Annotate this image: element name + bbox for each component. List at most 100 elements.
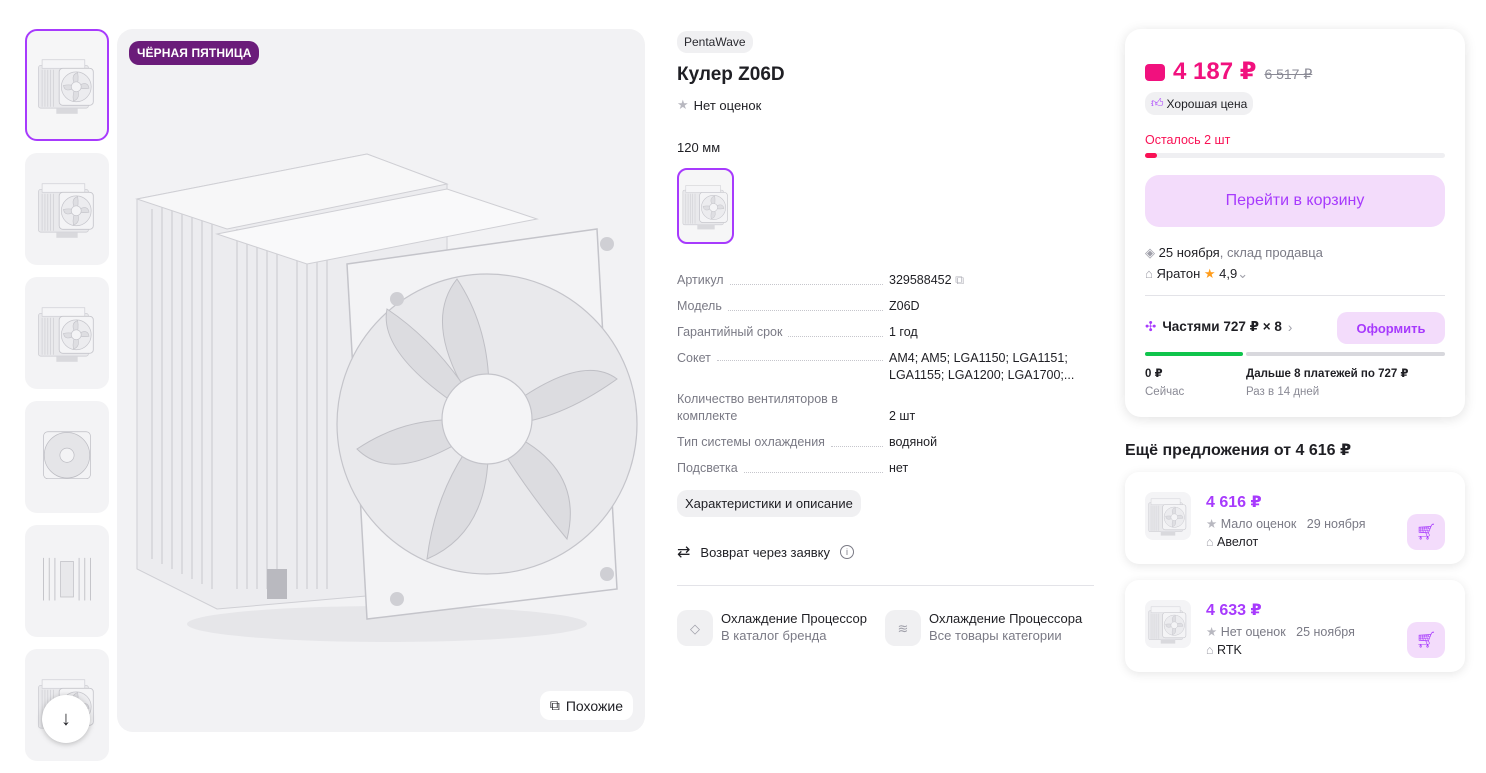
spec-value: 2 шт	[889, 409, 916, 423]
size-label: 120 мм	[677, 140, 721, 155]
tag-icon: ◇	[677, 610, 713, 646]
good-price-badge[interactable]: 👍︎ Хорошая цена	[1145, 92, 1254, 115]
spec-row: Модель Z06D	[677, 298, 1097, 315]
thumbnail-5[interactable]	[25, 525, 109, 637]
more-offers-title: Ещё предложения от 4 616 ₽	[1125, 442, 1352, 459]
spec-row: Подсветка нет	[677, 460, 1097, 477]
spec-value: нет	[889, 461, 909, 475]
chevron-right-icon: ›	[1287, 319, 1293, 335]
go-to-cart-button[interactable]: Перейти в корзину	[1145, 175, 1445, 227]
return-text: Возврат через заявку	[700, 544, 830, 560]
arrow-down-icon: ↓	[61, 707, 71, 730]
copy-icon[interactable]: ⧉	[955, 273, 964, 287]
spec-value: 329588452	[889, 273, 952, 287]
spec-row: Артикул 329588452 ⧉	[677, 272, 1097, 289]
spec-key: Подсветка	[677, 461, 738, 475]
thumbnail-1[interactable]	[25, 29, 109, 141]
thumbnail-3[interactable]	[25, 277, 109, 389]
installment-later: Дальше 8 платежей по 727 ₽ Раз в 14 дней	[1246, 365, 1408, 401]
category-link[interactable]: ≋ Охлаждение Процессора Все товары катег…	[885, 610, 1082, 646]
store-icon: ⌂	[1145, 266, 1153, 281]
stock-text: Осталось 2 шт	[1145, 133, 1231, 147]
offer-date: 29 ноября	[1306, 517, 1366, 531]
divider	[1145, 295, 1445, 296]
thumbnail-2[interactable]	[25, 153, 109, 265]
seller-rating[interactable]: 4,9	[1219, 266, 1237, 281]
spec-row: Тип системы охлаждения водяной	[677, 434, 1097, 451]
spec-key: Артикул	[677, 273, 724, 287]
rating-text: Нет оценок	[693, 97, 762, 113]
add-to-cart-button[interactable]: 🛒︎	[1407, 514, 1445, 550]
stock-bar	[1145, 153, 1445, 158]
installments-icon: ✣	[1145, 319, 1157, 334]
add-to-cart-button[interactable]: 🛒︎	[1407, 622, 1445, 658]
divider	[677, 585, 1094, 586]
delivery-source: , склад продавца	[1219, 245, 1323, 260]
wallet-icon	[1145, 64, 1165, 81]
spec-row: Гарантийный срок 1 год	[677, 324, 1097, 341]
star-icon: ★	[1206, 517, 1218, 531]
seller-name[interactable]: Яратон	[1156, 266, 1200, 281]
stock-fill	[1145, 153, 1157, 158]
return-arrows-icon: ⇄	[677, 544, 691, 561]
good-price-label: Хорошая цена	[1166, 96, 1248, 111]
star-icon: ★	[1206, 625, 1218, 639]
product-title: Кулер Z06D	[677, 64, 785, 85]
spec-value: Z06D	[889, 299, 920, 313]
offer-seller: Авелот	[1217, 535, 1259, 549]
brand-tag[interactable]: PentaWave	[677, 31, 753, 53]
thumbnail-4[interactable]	[25, 401, 109, 513]
black-friday-badge: ЧЁРНАЯ ПЯТНИЦА	[129, 41, 260, 65]
offer-rating: Мало оценок	[1220, 517, 1297, 531]
box-icon: ◈	[1145, 245, 1155, 260]
now-amount: 0 ₽	[1145, 368, 1163, 380]
installments-button[interactable]: Оформить	[1337, 312, 1445, 344]
spec-key: Сокет	[677, 351, 711, 365]
specs-list: Артикул 329588452 ⧉ Модель Z06D Гарантий…	[677, 272, 1097, 486]
return-info[interactable]: ⇄ Возврат через заявку i	[677, 542, 854, 562]
search-similar-icon: ⧉	[549, 697, 560, 713]
thumbnail-list: ↓	[25, 29, 109, 773]
buy-card: 4 187 ₽ 6 517 ₽ 👍︎ Хорошая цена Осталось…	[1125, 29, 1465, 417]
installments-label: Частями 727 ₽ × 8	[1162, 319, 1282, 334]
delivery-date: 25 ноября	[1158, 245, 1220, 260]
spec-row: Сокет AM4; AM5; LGA1150; LGA1151; LGA115…	[677, 350, 1097, 384]
installment-progress-now	[1145, 352, 1243, 356]
info-icon[interactable]: i	[840, 545, 854, 559]
spec-key: Тип системы охлаждения	[677, 435, 825, 449]
offer-seller: RTK	[1217, 643, 1242, 657]
cart-icon: 🛒︎	[1415, 632, 1437, 649]
offer-card[interactable]: 4 616 ₽ ★ Мало оценок 29 ноября ⌂ Авелот…	[1125, 472, 1465, 564]
scroll-down-button[interactable]: ↓	[42, 695, 90, 743]
later-text: Дальше 8 платежей по 727 ₽	[1246, 368, 1409, 380]
later-label: Раз в 14 дней	[1246, 386, 1320, 398]
spec-value: 1 год	[889, 325, 918, 339]
installment-progress-later	[1246, 352, 1445, 356]
now-label: Сейчас	[1145, 386, 1185, 398]
price: 4 187 ₽	[1173, 58, 1257, 85]
store-icon: ⌂	[1206, 643, 1214, 657]
installment-now: 0 ₽ Сейчас	[1145, 365, 1184, 401]
offer-image	[1145, 600, 1191, 648]
installments-link[interactable]: ✣ Частями 727 ₽ × 8 ›	[1145, 319, 1292, 335]
spec-row: Количество вентиляторов в комплекте 2 шт	[677, 391, 1097, 425]
layers-icon: ≋	[885, 610, 921, 646]
cooler-image	[135, 153, 638, 642]
brand-catalog-link[interactable]: ◇ Охлаждение Процессор В каталог бренда	[677, 610, 867, 646]
characteristics-button[interactable]: Характеристики и описание	[677, 490, 861, 517]
cart-icon: 🛒︎	[1415, 524, 1437, 541]
main-product-image[interactable]: ЧЁРНАЯ ПЯТНИЦА ⧉ Похожие	[117, 29, 645, 732]
spec-value: водяной	[889, 435, 938, 449]
offer-card[interactable]: 4 633 ₽ ★ Нет оценок 25 ноября ⌂ RTK 🛒︎	[1125, 580, 1465, 672]
variant-option[interactable]	[677, 168, 734, 244]
offer-price: 4 633 ₽	[1206, 602, 1262, 619]
star-icon: ★	[1203, 266, 1216, 281]
offer-rating: Нет оценок	[1220, 625, 1286, 639]
category-subtitle: Все товары категории	[929, 628, 1062, 643]
spec-key: Количество вентиляторов в комплекте	[677, 392, 838, 423]
thumbs-up-icon: 👍︎	[1151, 96, 1164, 110]
similar-button[interactable]: ⧉ Похожие	[539, 691, 633, 720]
store-icon: ⌂	[1206, 535, 1214, 549]
product-rating[interactable]: ★ Нет оценок	[677, 97, 761, 113]
chevron-down-icon[interactable]: ⌄	[1237, 266, 1248, 281]
